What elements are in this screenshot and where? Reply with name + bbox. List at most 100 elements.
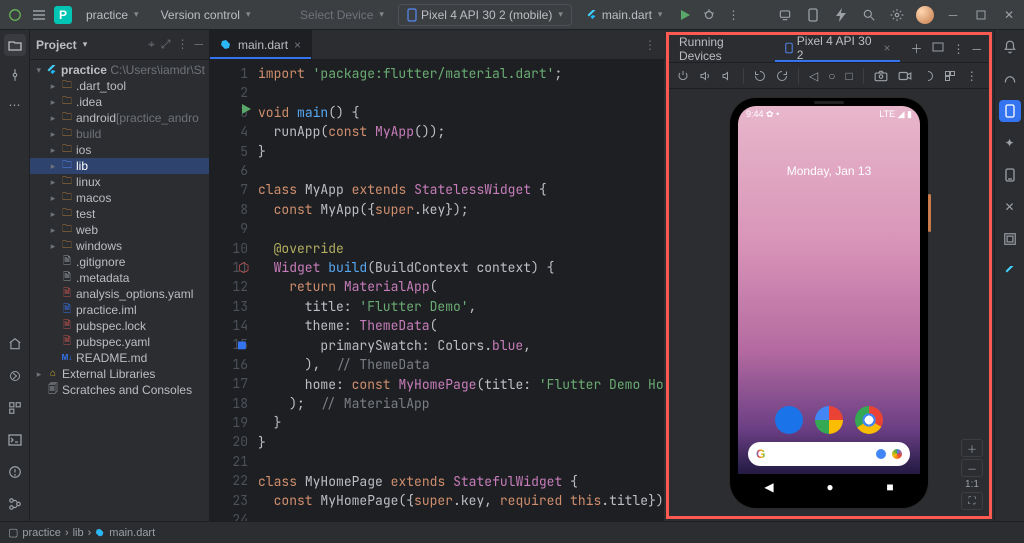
running-devices-tool-icon[interactable] (999, 100, 1021, 122)
run-gutter-icon[interactable] (240, 103, 252, 115)
messages-app-icon[interactable] (775, 406, 803, 434)
screenshot-icon[interactable] (874, 70, 888, 82)
bookmarks-tool-icon[interactable] (4, 365, 26, 387)
emulator-surface[interactable]: 9:44 ✿ • LTE ◢ ▮ Monday, Jan 13 G (669, 89, 989, 516)
device-manager-icon[interactable] (804, 6, 822, 24)
build-tool-icon[interactable] (4, 333, 26, 355)
home-icon[interactable]: ○ (828, 69, 835, 83)
hide-icon[interactable]: ─ (194, 37, 203, 52)
avatar[interactable] (916, 6, 934, 24)
tree-metadata[interactable]: 🗎.metadata (30, 270, 209, 286)
more-tool-icon[interactable]: ⋯ (4, 94, 26, 116)
tree-idea[interactable]: ▸🗀.idea (30, 94, 209, 110)
tree-ext-libs[interactable]: ▸⌂External Libraries (30, 366, 209, 382)
power-icon[interactable] (677, 70, 689, 82)
chevron-down-icon[interactable]: ▾ (83, 39, 88, 50)
code-area[interactable]: import 'package:flutter/material.dart'; … (258, 60, 664, 521)
window-mode-icon[interactable] (932, 42, 944, 56)
phone-screen[interactable]: 9:44 ✿ • LTE ◢ ▮ Monday, Jan 13 G (738, 106, 920, 500)
run-config-selector[interactable]: main.dart ▾ (578, 4, 671, 26)
overview-icon[interactable]: □ (845, 69, 852, 83)
device-more-icon[interactable]: ⋮ (966, 69, 978, 83)
structure-tool-icon[interactable] (4, 397, 26, 419)
zoom-fit-button[interactable]: ⛶ (961, 492, 983, 510)
close-device-tab-icon[interactable]: × (883, 41, 890, 55)
posture-icon[interactable] (922, 70, 934, 82)
vcs-tool-icon[interactable] (4, 493, 26, 515)
tree-build[interactable]: ▸🗀build (30, 126, 209, 142)
main-menu-icon[interactable] (30, 6, 48, 24)
record-icon[interactable] (898, 70, 912, 82)
breadcrumb[interactable]: practice › lib › main.dart (22, 527, 155, 539)
back-icon[interactable]: ◁ (809, 69, 818, 83)
tree-test[interactable]: ▸🗀test (30, 206, 209, 222)
panel-options-icon[interactable]: ⋮ (952, 42, 964, 56)
close-tab-icon[interactable]: × (294, 38, 301, 52)
vcs-selector[interactable]: Version control ▾ (153, 4, 259, 26)
minimize-icon[interactable]: ─ (944, 6, 962, 24)
tree-linux[interactable]: ▸🗀linux (30, 174, 209, 190)
commit-tool-icon[interactable] (4, 64, 26, 86)
tree-ios[interactable]: ▸🗀ios (30, 142, 209, 158)
tree-dart-tool[interactable]: ▸🗀.dart_tool (30, 78, 209, 94)
close-icon[interactable]: ✕ (1000, 6, 1018, 24)
tree-pubspec-lock[interactable]: 🗎pubspec.lock (30, 318, 209, 334)
problems-tool-icon[interactable] (4, 461, 26, 483)
resource-manager-icon[interactable]: ✕ (999, 196, 1021, 218)
chrome-app-icon[interactable] (855, 406, 883, 434)
project-selector[interactable]: practice ▾ (78, 4, 147, 26)
tree-iml[interactable]: 🗎practice.iml (30, 302, 209, 318)
more-run-icon[interactable]: ⋮ (724, 6, 742, 24)
tree-readme[interactable]: M↓README.md (30, 350, 209, 366)
project-tree[interactable]: ▾practice C:\Users\iamdr\St ▸🗀.dart_tool… (30, 60, 209, 400)
assistant-icon[interactable] (892, 449, 902, 459)
rotate-left-icon[interactable] (754, 70, 766, 82)
editor-tab-main[interactable]: main.dart × (210, 30, 312, 59)
search-icon[interactable] (860, 6, 878, 24)
zoom-out-button[interactable]: － (961, 459, 983, 477)
select-device-dropdown[interactable]: Select Device ▾ (292, 4, 392, 26)
code-with-me-icon[interactable] (776, 6, 794, 24)
play-store-app-icon[interactable] (815, 406, 843, 434)
tree-web[interactable]: ▸🗀web (30, 222, 209, 238)
select-opened-file-icon[interactable]: ⌖ (148, 37, 155, 52)
terminal-tool-icon[interactable] (4, 429, 26, 451)
ai-assist-icon[interactable]: ✦ (999, 132, 1021, 154)
tree-lib[interactable]: ▸🗀lib (30, 158, 209, 174)
notifications-icon[interactable] (999, 36, 1021, 58)
tree-analysis[interactable]: 🗎analysis_options.yaml (30, 286, 209, 302)
zoom-in-button[interactable]: ＋ (961, 439, 983, 457)
expand-all-icon[interactable]: ⤢ (161, 37, 171, 52)
project-tool-icon[interactable] (4, 34, 26, 56)
rotate-right-icon[interactable] (776, 70, 788, 82)
maximize-icon[interactable] (972, 6, 990, 24)
tree-android[interactable]: ▸🗀android [practice_andro (30, 110, 209, 126)
settings-icon[interactable] (888, 6, 906, 24)
hide-panel-icon[interactable]: ─ (972, 42, 981, 56)
device-combo[interactable]: Pixel 4 API 30 2 (mobile) ▾ (398, 4, 572, 26)
collapse-icon[interactable]: ⋮ (176, 37, 188, 52)
bolt-icon[interactable] (832, 6, 850, 24)
extended-controls-icon[interactable] (944, 70, 956, 82)
add-device-tab[interactable]: ＋ (900, 35, 932, 62)
mic-icon[interactable] (876, 449, 886, 459)
layout-inspector-icon[interactable] (999, 228, 1021, 250)
editor-tab-more-icon[interactable]: ⋮ (644, 30, 664, 59)
google-search-bar[interactable]: G (748, 442, 910, 466)
running-devices-tab[interactable]: Running Devices (669, 35, 775, 62)
tree-gitignore[interactable]: 🗎.gitignore (30, 254, 209, 270)
tree-macos[interactable]: ▸🗀macos (30, 190, 209, 206)
override-gutter-icon[interactable]: ⬡ (238, 258, 249, 277)
device-tab-pixel[interactable]: Pixel 4 API 30 2 × (775, 35, 901, 62)
color-gutter-icon[interactable]: ■ (238, 336, 246, 355)
nav-overview-icon[interactable]: ■ (886, 480, 893, 494)
gradle-icon[interactable] (999, 68, 1021, 90)
debug-button[interactable] (700, 6, 718, 24)
project-badge[interactable]: P (54, 6, 72, 24)
run-button[interactable] (676, 6, 694, 24)
nav-home-icon[interactable]: ● (826, 480, 833, 494)
tree-pubspec-yaml[interactable]: 🗎pubspec.yaml (30, 334, 209, 350)
nav-back-icon[interactable]: ◀ (764, 480, 773, 494)
tree-scratches[interactable]: 🗐Scratches and Consoles (30, 382, 209, 398)
volume-down-icon[interactable] (721, 70, 733, 82)
